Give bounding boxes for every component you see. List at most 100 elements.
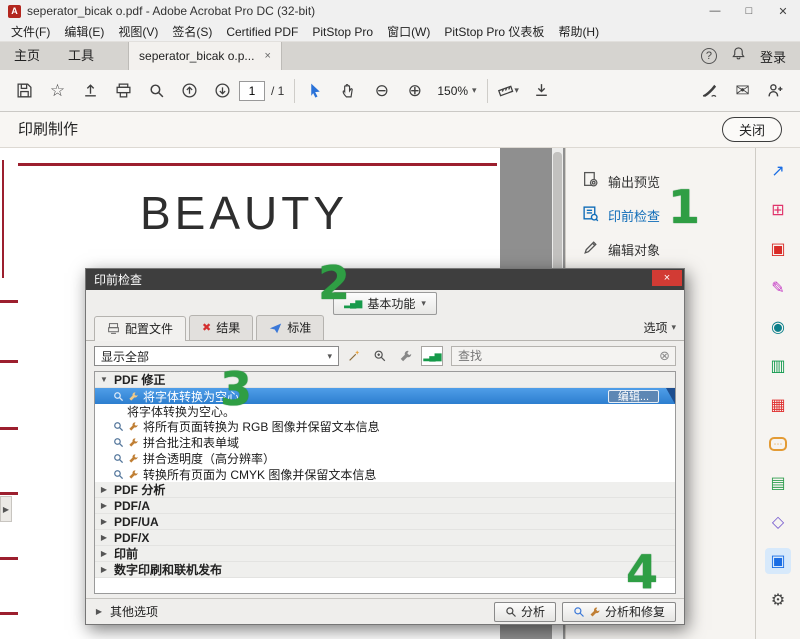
menu-pitstop-pro[interactable]: PitStop Pro <box>305 22 380 42</box>
combine-files-icon[interactable]: ⊞ <box>765 197 791 223</box>
menu-window[interactable]: 窗口(W) <box>380 22 437 42</box>
next-page-icon[interactable] <box>206 76 239 106</box>
comment-icon[interactable]: ⋯ <box>765 431 791 457</box>
group-pdf-analysis[interactable]: ▶ PDF 分析 <box>95 482 675 498</box>
close-tab-icon[interactable]: × <box>264 50 270 62</box>
current-tool-icon[interactable]: ▣ <box>765 548 791 574</box>
zoom-level-dropdown[interactable]: 150% ▾ <box>431 82 482 100</box>
zoom-in-icon[interactable]: ⊕ <box>398 76 431 106</box>
scrollbar-thumb[interactable] <box>553 152 562 272</box>
separation-line <box>18 163 497 166</box>
star-favorite-icon[interactable]: ☆ <box>41 76 74 106</box>
triangle-collapsed-icon: ▶ <box>99 565 109 574</box>
more-tools-icon[interactable]: ⚙ <box>765 587 791 613</box>
wrench-mini-icon <box>128 391 139 402</box>
menu-edit[interactable]: 编辑(E) <box>57 22 111 42</box>
profiles-list: ▼ PDF 修正 将字体转换为空心 编辑... 将字体转换为空心。 将所有页面转… <box>94 371 676 594</box>
page-count-label: / 1 <box>271 84 284 98</box>
wrench-fixup-icon[interactable] <box>395 346 417 366</box>
search-input[interactable] <box>452 349 659 363</box>
dialog-close-button[interactable]: × <box>652 270 682 286</box>
list-item[interactable]: 将所有页面转换为 RGB 图像并保留文本信息 <box>95 418 675 434</box>
list-item[interactable]: 拼合批注和表单域 <box>95 434 675 450</box>
left-panel-toggle[interactable]: ▶ <box>0 496 12 522</box>
output-preview-tool-icon[interactable]: ◉ <box>765 314 791 340</box>
options-menu-button[interactable]: 选项 ▾ <box>643 319 676 340</box>
wand-new-profile-icon[interactable] <box>343 346 365 366</box>
preflight-dialog: 印前检查 × ▂▄▆ 基本功能 ▾ 配置文件 ✖ 结果 标准 选项 ▾ 显示全部… <box>85 268 685 625</box>
analyze-button[interactable]: 分析 <box>494 602 556 622</box>
separation-mark <box>0 492 18 495</box>
fill-sign-icon[interactable]: ✎ <box>765 275 791 301</box>
wrench-mini-icon <box>128 453 139 464</box>
menu-certified-pdf[interactable]: Certified PDF <box>219 22 305 42</box>
analyze-and-fix-button[interactable]: 分析和修复 <box>562 602 676 622</box>
measure-tool-icon[interactable]: ▾ <box>492 76 525 106</box>
print-icon[interactable] <box>107 76 140 106</box>
dialog-titlebar[interactable]: 印前检查 × <box>86 269 684 290</box>
group-label: PDF/A <box>114 499 150 513</box>
group-pdf-ua[interactable]: ▶ PDF/UA <box>95 514 675 530</box>
save-icon[interactable] <box>8 76 41 106</box>
edit-profile-button[interactable]: 编辑... <box>608 390 659 403</box>
list-item-selected[interactable]: 将字体转换为空心 编辑... <box>95 388 675 404</box>
share-upload-icon[interactable] <box>74 76 107 106</box>
menu-view[interactable]: 视图(V) <box>111 22 165 42</box>
group-label: 数字印刷和联机发布 <box>114 561 222 578</box>
redact-icon[interactable]: ▦ <box>765 392 791 418</box>
group-digital-printing[interactable]: ▶ 数字印刷和联机发布 <box>95 562 675 578</box>
preflight-icon <box>582 205 599 225</box>
add-person-icon[interactable] <box>759 76 792 106</box>
maximize-button[interactable]: □ <box>732 0 766 22</box>
protect-icon[interactable]: ◇ <box>765 509 791 535</box>
group-label: 印前 <box>114 545 138 562</box>
close-print-production-button[interactable]: 关闭 <box>722 117 782 142</box>
sign-pen-icon[interactable] <box>693 76 726 106</box>
export-pdf-icon[interactable]: ↗ <box>765 158 791 184</box>
group-pdf-a[interactable]: ▶ PDF/A <box>95 498 675 514</box>
group-pdf-fixups[interactable]: ▼ PDF 修正 <box>95 372 675 388</box>
other-options-toggle[interactable]: 其他选项 <box>110 603 158 620</box>
minimize-button[interactable]: — <box>698 0 732 22</box>
list-item[interactable]: 转换所有页面为 CMYK 图像并保留文本信息 <box>95 466 675 482</box>
print-production-tool-icon[interactable]: ▤ <box>765 470 791 496</box>
group-prepress[interactable]: ▶ 印前 <box>95 546 675 562</box>
page-layout-tool-icon[interactable] <box>525 76 558 106</box>
favorite-flag-icon[interactable] <box>666 388 675 404</box>
show-all-dropdown[interactable]: 显示全部 ▾ <box>94 346 339 366</box>
tab-home[interactable]: 主页 <box>0 42 54 70</box>
separation-mark <box>0 300 18 303</box>
page-number-input[interactable] <box>239 81 265 101</box>
clear-search-icon[interactable]: ⊗ <box>659 348 670 364</box>
select-cursor-icon[interactable] <box>299 76 332 106</box>
signin-button[interactable]: 登录 <box>760 47 786 66</box>
step-annotation-1: 1 <box>668 180 700 234</box>
panel-item-output-preview[interactable]: 输出预览 <box>566 164 755 198</box>
zoom-out-icon[interactable]: ⊖ <box>365 76 398 106</box>
edit-pdf-icon[interactable]: ▣ <box>765 236 791 262</box>
close-window-button[interactable]: ✕ <box>766 0 800 22</box>
tab-tools[interactable]: 工具 <box>54 42 108 70</box>
notifications-bell-icon[interactable] <box>731 46 746 66</box>
magnifier-options-icon[interactable] <box>369 346 391 366</box>
preflight-tool-icon[interactable]: ▥ <box>765 353 791 379</box>
previous-page-icon[interactable] <box>173 76 206 106</box>
help-icon[interactable]: ? <box>701 48 717 64</box>
tab-profiles[interactable]: 配置文件 <box>94 316 186 341</box>
group-pdf-x[interactable]: ▶ PDF/X <box>95 530 675 546</box>
tab-results[interactable]: ✖ 结果 <box>189 315 253 340</box>
panel-item-preflight[interactable]: 印前检查 <box>566 198 755 232</box>
panel-item-edit-object[interactable]: 编辑对象 <box>566 232 755 266</box>
menu-help[interactable]: 帮助(H) <box>551 22 606 42</box>
email-envelope-icon[interactable]: ✉ <box>726 76 759 106</box>
list-item[interactable]: 拼合透明度（高分辨率） <box>95 450 675 466</box>
hand-tool-icon[interactable] <box>332 76 365 106</box>
menu-file[interactable]: 文件(F) <box>4 22 57 42</box>
profile-group-view-button[interactable]: ▂▄▆ <box>421 346 443 366</box>
search-icon[interactable] <box>140 76 173 106</box>
menu-pitstop-dashboard[interactable]: PitStop Pro 仪表板 <box>437 22 551 42</box>
triangle-collapsed-icon: ▶ <box>99 533 109 542</box>
tab-document[interactable]: seperator_bicak o.p... × <box>128 42 282 70</box>
tab-standards[interactable]: 标准 <box>256 315 324 340</box>
menu-sign[interactable]: 签名(S) <box>165 22 219 42</box>
